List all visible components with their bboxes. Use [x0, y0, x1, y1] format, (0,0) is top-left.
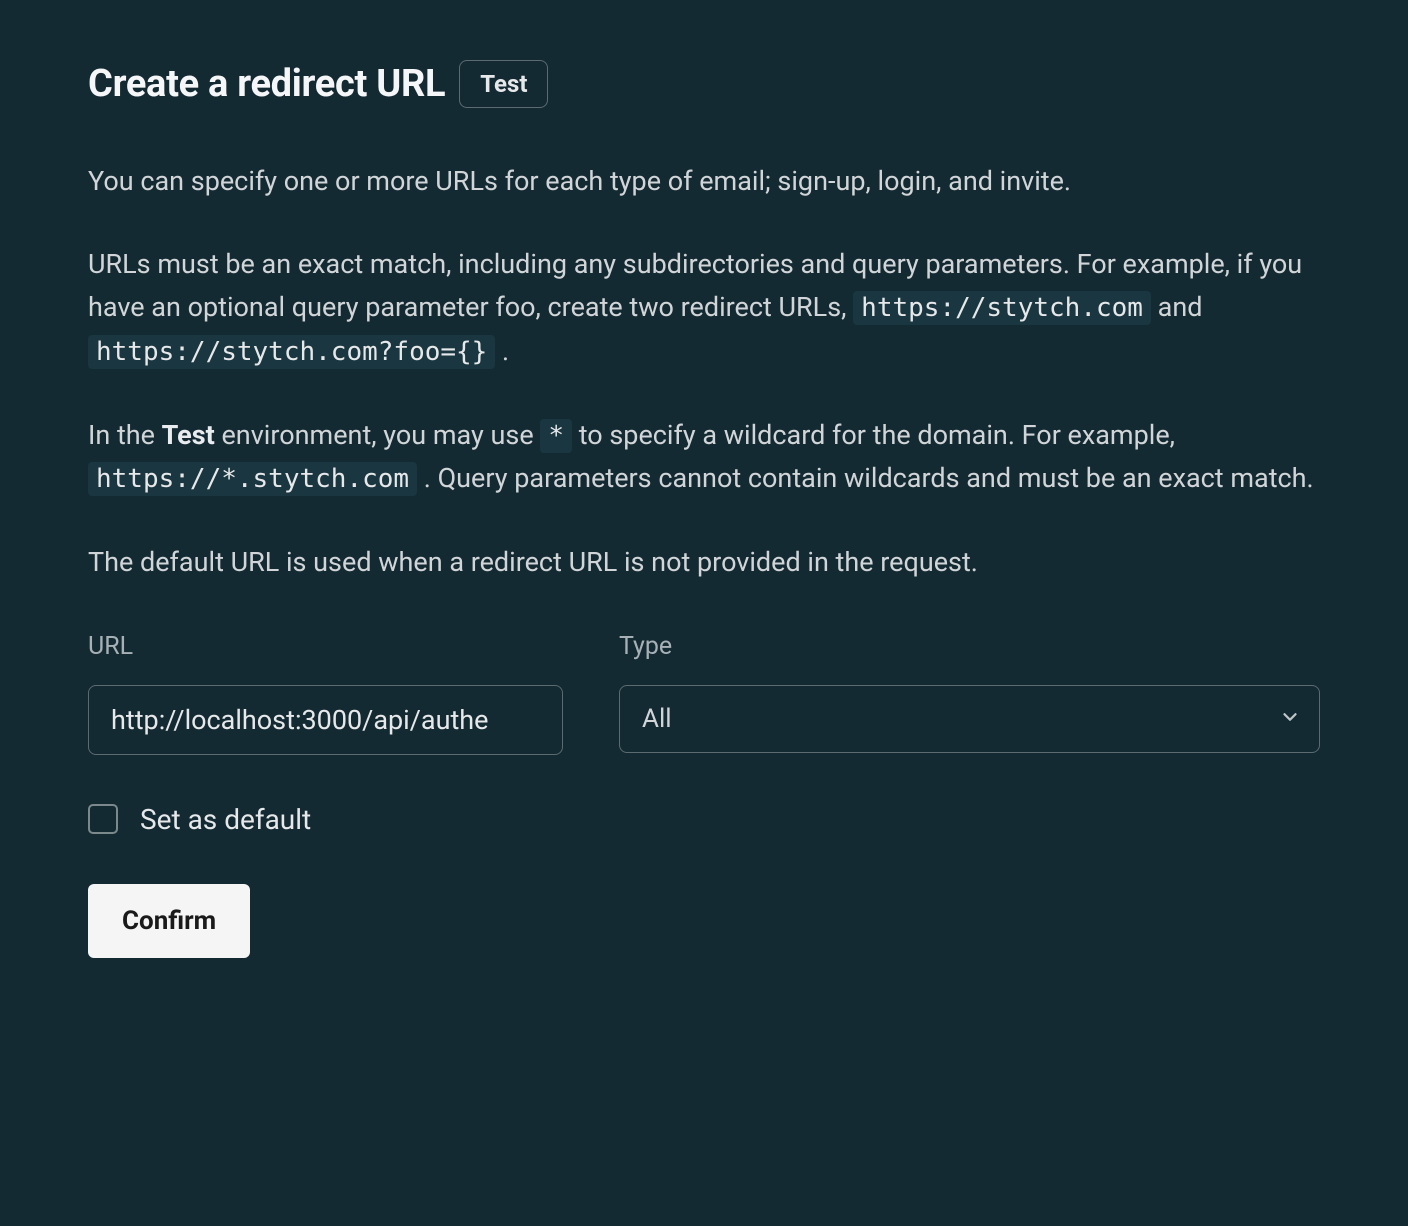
text-segment: environment, you may use [221, 419, 540, 451]
description-paragraph-1: You can specify one or more URLs for eac… [88, 160, 1320, 203]
wildcard-char: * [540, 419, 572, 453]
env-name: Test [162, 419, 215, 451]
type-field-group: Type All [619, 632, 1320, 755]
description-paragraph-4: The default URL is used when a redirect … [88, 541, 1320, 584]
confirm-button[interactable]: Confirm [88, 884, 250, 958]
type-label: Type [619, 632, 1320, 661]
code-example-3: https://*.stytch.com [88, 462, 417, 496]
text-segment: to specify a wildcard for the domain. Fo… [579, 419, 1175, 451]
text-segment: . [502, 335, 509, 367]
set-default-label: Set as default [140, 803, 311, 836]
code-example-1: https://stytch.com [853, 291, 1151, 325]
url-field-group: URL [88, 632, 563, 755]
url-input[interactable] [88, 685, 563, 755]
set-default-checkbox[interactable]: Set as default [88, 803, 1320, 836]
text-segment: and [1158, 291, 1203, 323]
url-label: URL [88, 632, 563, 661]
type-select[interactable]: All [619, 685, 1320, 753]
type-select-value: All [642, 704, 672, 734]
text-segment: In the [88, 419, 162, 451]
page-header: Create a redirect URL Test [88, 60, 1320, 108]
environment-badge: Test [459, 60, 548, 108]
form-row: URL Type All [88, 632, 1320, 755]
chevron-down-icon [1279, 706, 1301, 732]
page-title: Create a redirect URL [88, 62, 445, 106]
description-paragraph-3: In the Test environment, you may use * t… [88, 414, 1320, 501]
text-segment: . Query parameters cannot contain wildca… [424, 462, 1314, 494]
code-example-2: https://stytch.com?foo={} [88, 335, 495, 369]
description-paragraph-2: URLs must be an exact match, including a… [88, 243, 1320, 373]
checkbox-box-icon [88, 804, 118, 834]
